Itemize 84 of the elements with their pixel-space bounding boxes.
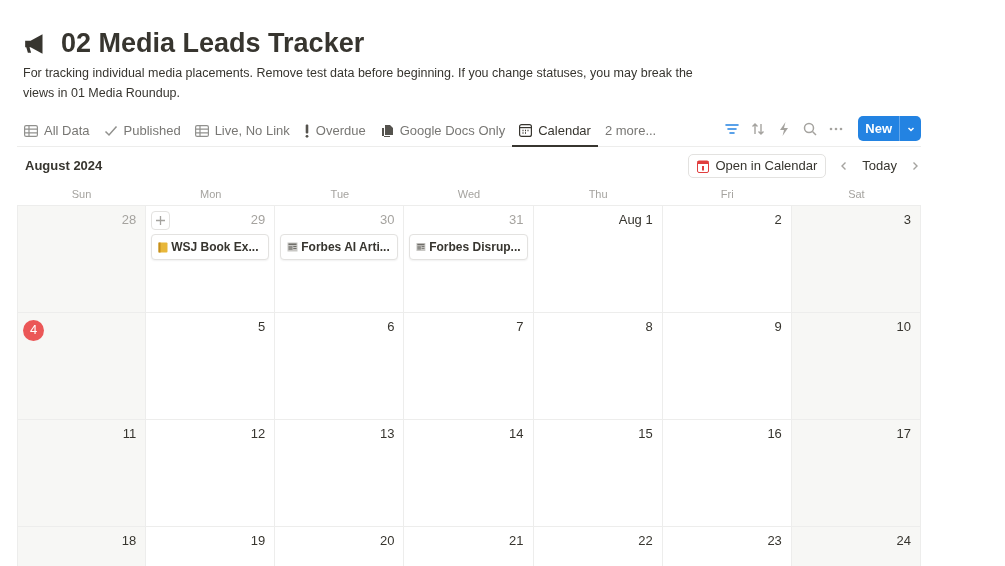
calendar-icon (519, 124, 533, 137)
note-icon (158, 241, 169, 253)
date-number: 23 (767, 532, 783, 551)
date-number: 16 (767, 425, 783, 444)
date-number: 20 (379, 532, 396, 551)
date-number: 17 (896, 425, 912, 444)
date-number: 6 (387, 318, 396, 337)
date-number: 7 (516, 318, 525, 337)
date-number: 21 (509, 532, 525, 551)
calendar-icon (697, 159, 710, 173)
view-tab[interactable]: All Data (17, 116, 97, 147)
date-number: 2 (774, 211, 783, 230)
day-cell[interactable]: 11 (17, 420, 147, 527)
day-cell[interactable]: Aug 1 (533, 206, 663, 313)
date-number: 30 (379, 211, 396, 230)
date-number: 3 (903, 211, 912, 230)
view-tab[interactable]: 2 more... (597, 116, 664, 147)
date-number: 18 (121, 532, 138, 551)
day-cell[interactable]: 16 (662, 420, 792, 527)
weekday-label: Thu (588, 187, 608, 203)
view-tab[interactable]: Calendar (512, 116, 598, 147)
date-number: 12 (250, 425, 267, 444)
newspaper-icon (416, 242, 427, 252)
date-number: 14 (509, 425, 525, 444)
search-icon[interactable] (802, 120, 819, 137)
day-cell[interactable]: 3 (791, 206, 921, 313)
view-tab[interactable]: Overdue (296, 116, 373, 147)
date-number: Aug 1 (618, 211, 654, 230)
date-number: 29 (250, 211, 267, 230)
day-cell[interactable]: 9 (662, 313, 792, 420)
day-cell[interactable]: 24 (791, 527, 921, 566)
event-card[interactable]: Forbes Disrup... (409, 234, 528, 260)
date-number: 13 (379, 425, 396, 444)
day-cell[interactable]: 8 (533, 313, 663, 420)
table-icon (24, 124, 38, 137)
day-cell[interactable]: 30 Forbes AI Arti... (275, 206, 405, 313)
weekday-label: Sat (848, 187, 865, 203)
event-card[interactable]: Forbes AI Arti... (280, 234, 399, 260)
day-cell[interactable]: 12 (146, 420, 276, 527)
date-number: 24 (896, 532, 912, 551)
add-button[interactable] (151, 210, 171, 230)
date-number: 31 (509, 211, 525, 230)
checkmark-icon (103, 124, 118, 137)
newspaper-icon (287, 242, 299, 252)
weekday-label: Wed (457, 187, 481, 203)
date-number: 28 (121, 211, 138, 230)
plus-icon (155, 214, 167, 226)
day-cell[interactable]: 13 (275, 420, 405, 527)
weekday-label: Fri (720, 187, 734, 203)
day-cell[interactable]: 14 (404, 420, 534, 527)
date-number: 15 (638, 425, 654, 444)
view-tab[interactable]: Published (96, 116, 188, 147)
view-tab[interactable]: Live, No Link (187, 116, 297, 147)
open-in-calendar-button[interactable]: Open in Calendar (688, 154, 827, 178)
documents-icon (379, 123, 394, 138)
date-number: 4 (23, 319, 44, 341)
exclamation-icon (303, 123, 310, 138)
day-cell[interactable]: 6 (275, 313, 405, 420)
date-number: 11 (122, 425, 138, 444)
day-cell[interactable]: 31 Forbes Disrup... (404, 206, 534, 313)
weekday-label: Mon (200, 187, 222, 203)
day-cell[interactable]: 10 (791, 313, 921, 420)
date-number: 19 (250, 532, 267, 551)
day-cell[interactable]: 7 (404, 313, 534, 420)
view-tab[interactable]: Google Docs Only (372, 116, 513, 147)
day-cell[interactable]: 5 (146, 313, 276, 420)
date-number: 10 (896, 318, 912, 337)
page-description: For tracking individual media placements. Remove test data before beginning. If you change statuses, you may break the views in 01 Media Roundup. (22, 65, 694, 102)
day-cell[interactable]: 18 (17, 527, 147, 566)
weekday-label: Tue (330, 187, 350, 203)
today-button[interactable]: Today (862, 156, 897, 176)
date-number: 9 (774, 318, 783, 337)
day-cell[interactable]: 2 (662, 206, 792, 313)
weekday-label: Sun (71, 187, 92, 203)
month-label: August 2024 (25, 157, 103, 176)
date-number: 8 (645, 318, 654, 337)
day-cell[interactable]: 17 (791, 420, 921, 527)
day-cell[interactable]: 15 (533, 420, 663, 527)
date-number: 5 (258, 318, 267, 337)
table-icon (194, 124, 209, 137)
event-card[interactable]: WSJ Book Ex... (151, 234, 270, 260)
date-number: 22 (638, 532, 654, 551)
day-cell[interactable]: 29 WSJ Book Ex... (146, 206, 276, 313)
page-title: 02 Media Leads Tracker (61, 30, 365, 57)
